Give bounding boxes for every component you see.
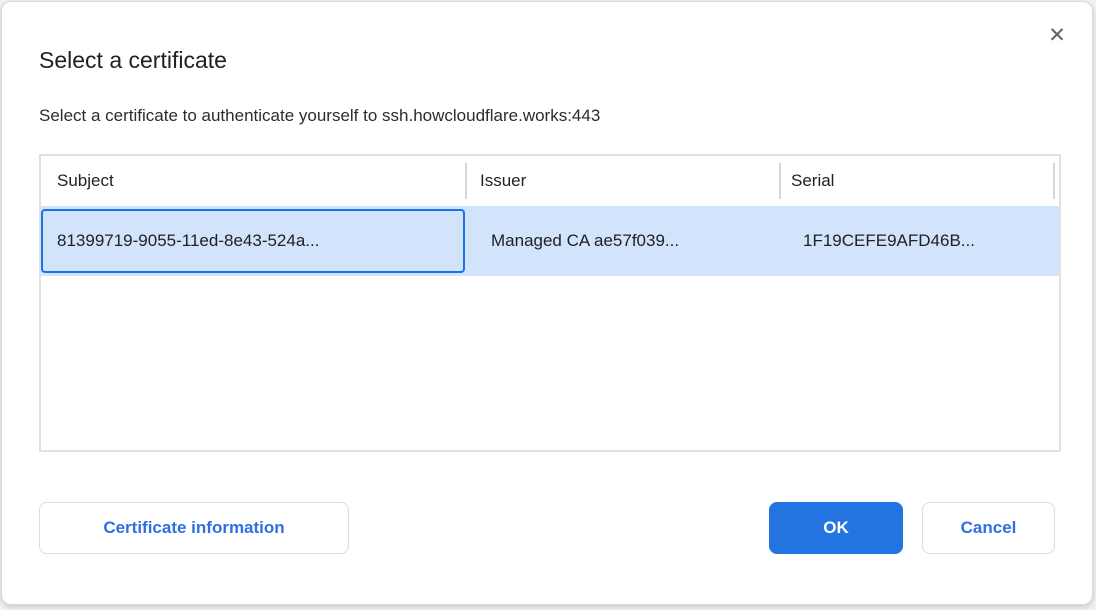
dialog-title: Select a certificate	[39, 44, 1055, 76]
cell-serial: 1F19CEFE9AFD46B...	[779, 206, 1059, 276]
column-header-issuer: Issuer	[465, 156, 779, 206]
footer-action-buttons: OK Cancel	[769, 502, 1055, 554]
column-divider	[1053, 163, 1055, 199]
cell-subject: 81399719-9055-11ed-8e43-524a...	[41, 209, 465, 273]
table-header-row: Subject Issuer Serial	[41, 156, 1059, 206]
column-header-subject: Subject	[41, 156, 465, 206]
column-divider	[779, 163, 781, 199]
cell-issuer: Managed CA ae57f039...	[465, 206, 779, 276]
column-header-serial: Serial	[779, 156, 1059, 206]
close-button[interactable]: ✕	[1042, 20, 1072, 50]
certificate-table: Subject Issuer Serial 81399719-9055-11ed…	[39, 154, 1061, 452]
ok-button[interactable]: OK	[769, 502, 903, 554]
certificate-row-selected[interactable]: 81399719-9055-11ed-8e43-524a... Managed …	[41, 206, 1059, 276]
certificate-information-button[interactable]: Certificate information	[39, 502, 349, 554]
column-divider	[465, 163, 467, 199]
dialog-footer: Certificate information OK Cancel	[39, 502, 1055, 554]
cancel-button[interactable]: Cancel	[922, 502, 1055, 554]
select-certificate-dialog: ✕ Select a certificate Select a certific…	[1, 1, 1093, 605]
dialog-subtitle: Select a certificate to authenticate you…	[39, 104, 1055, 128]
close-icon: ✕	[1048, 25, 1066, 46]
